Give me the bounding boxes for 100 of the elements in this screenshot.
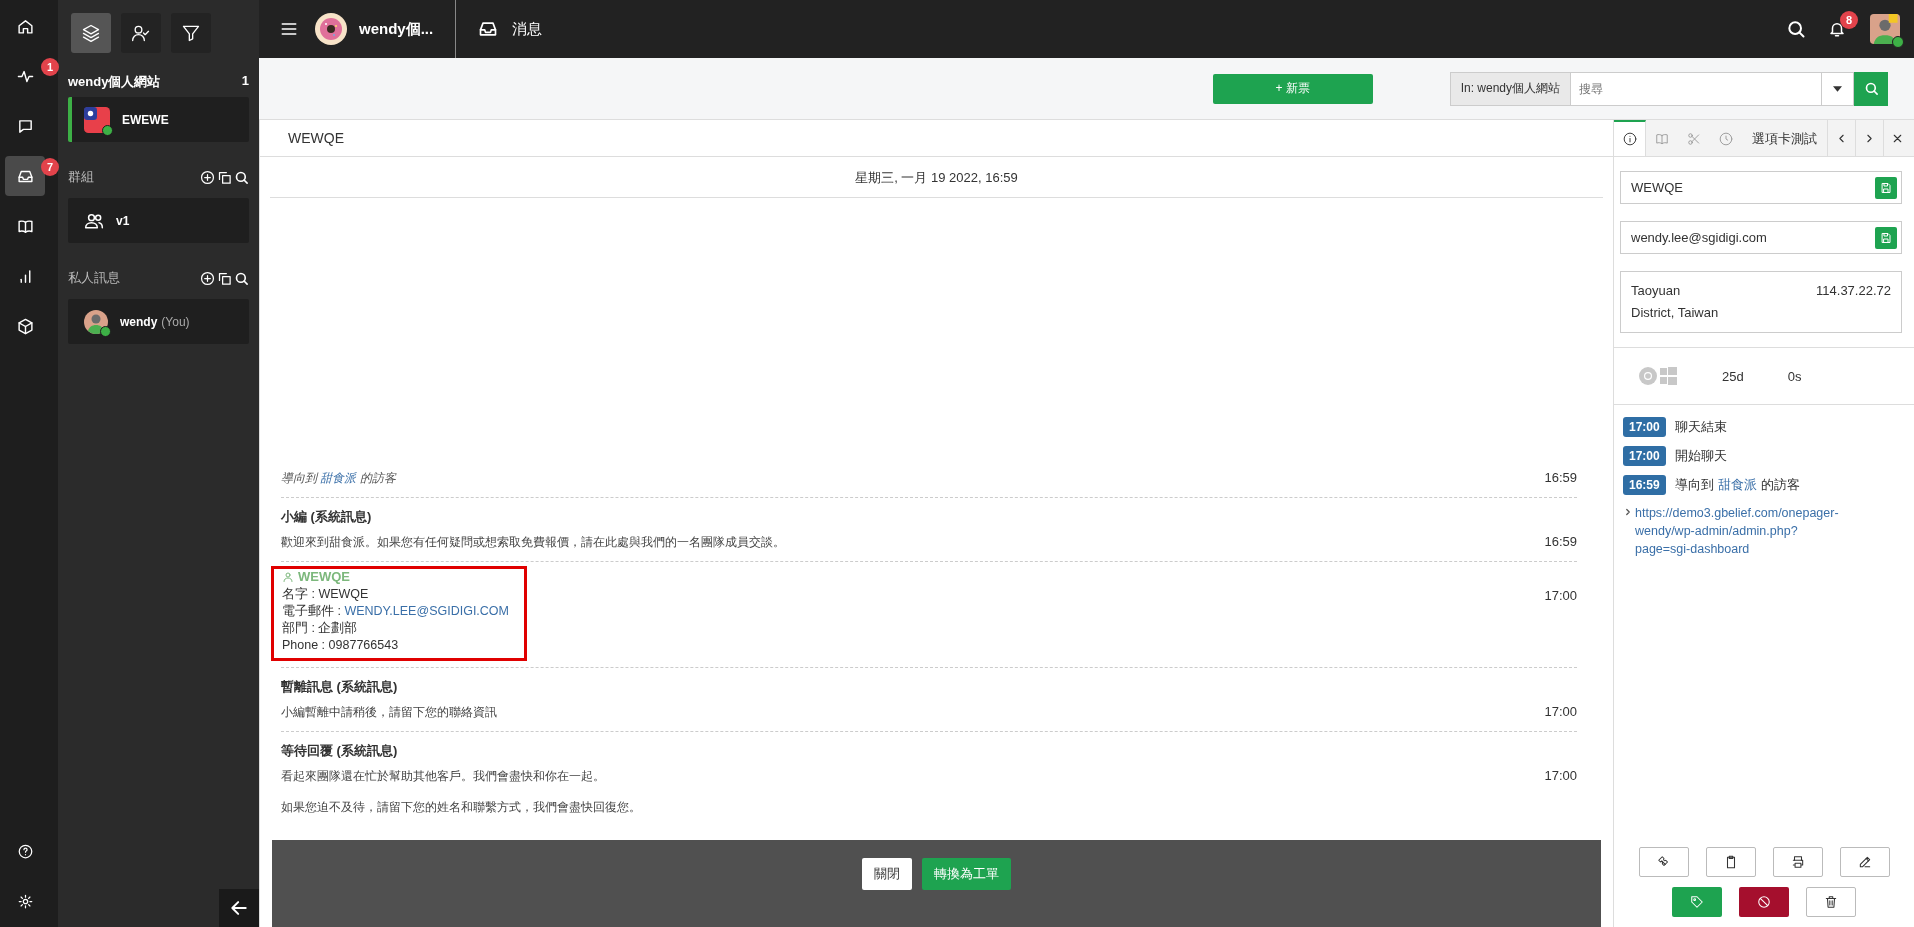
collapse-button[interactable] bbox=[219, 889, 259, 927]
notification-badge: 8 bbox=[1840, 11, 1858, 29]
nav-button[interactable] bbox=[5, 156, 45, 196]
save-icon bbox=[1880, 231, 1892, 244]
bell-icon[interactable] bbox=[1828, 20, 1846, 38]
user-avatar-icon[interactable] bbox=[1870, 14, 1900, 44]
filter-tab[interactable] bbox=[171, 13, 211, 53]
search-icon[interactable] bbox=[234, 169, 249, 185]
ban-icon bbox=[1757, 895, 1771, 909]
section-title: 私人訊息 bbox=[68, 269, 120, 287]
page-title: 消息 bbox=[512, 19, 543, 39]
user-check-icon bbox=[131, 23, 151, 43]
user-avatar-icon bbox=[84, 309, 108, 334]
scope-label: In: wendy個人網站 bbox=[1449, 71, 1570, 106]
stat-value: 0s bbox=[1787, 368, 1802, 384]
search-icon bbox=[1863, 81, 1879, 96]
close-button[interactable]: 關閉 bbox=[862, 857, 912, 890]
contact-name: v1 bbox=[116, 213, 130, 228]
flag-avatar bbox=[84, 106, 110, 133]
save-icon bbox=[1880, 181, 1892, 194]
you-label: (You) bbox=[161, 314, 190, 329]
add-icon[interactable] bbox=[200, 169, 215, 185]
notification-badge: 7 bbox=[41, 158, 59, 176]
chat-bubble-icon bbox=[16, 117, 34, 135]
edit-icon bbox=[1857, 855, 1872, 869]
site-link[interactable]: 甜食派 bbox=[1717, 477, 1757, 492]
message-title: 等待回覆 (系統訊息) bbox=[281, 742, 399, 760]
online-dot bbox=[1892, 36, 1904, 48]
ip-address: 114.37.22.72 bbox=[1816, 282, 1891, 300]
donut-logo-icon bbox=[315, 13, 347, 45]
back-arrow-icon bbox=[229, 898, 249, 918]
save-button[interactable] bbox=[1875, 226, 1897, 249]
contact-field: 電子郵件 : WENDY.LEE@SGIDIGI.COM bbox=[282, 603, 516, 620]
home-icon bbox=[16, 17, 34, 35]
cube-icon bbox=[16, 317, 34, 335]
event-text: 開始聊天 bbox=[1674, 447, 1727, 465]
action-button[interactable] bbox=[1772, 847, 1823, 877]
save-button[interactable] bbox=[1875, 176, 1897, 199]
filter-icon bbox=[181, 23, 201, 43]
message-time: 17:00 bbox=[1544, 768, 1577, 783]
message-text: 小編暫離中請稍後，請留下您的聯絡資訊 bbox=[281, 704, 497, 721]
event-text: 導向到 甜食派 的訪客 bbox=[1674, 476, 1800, 494]
book-icon bbox=[16, 217, 34, 235]
add-icon[interactable] bbox=[200, 270, 215, 286]
message-time: 16:59 bbox=[1544, 534, 1577, 549]
settings-icon bbox=[17, 893, 33, 909]
event-text: 導向到 甜食派 的訪客 bbox=[281, 470, 396, 487]
trash-icon bbox=[1824, 895, 1838, 909]
action-button[interactable] bbox=[1839, 847, 1890, 877]
conversation-item[interactable]: EWEWE bbox=[68, 97, 249, 142]
contact-field: 部門 : 企劃部 bbox=[282, 620, 516, 637]
search-icon[interactable] bbox=[1786, 19, 1806, 39]
message-title: 暫離訊息 (系統訊息) bbox=[281, 678, 399, 696]
email-link[interactable]: WENDY.LEE@SGIDIGI.COM bbox=[344, 604, 509, 618]
action-button[interactable] bbox=[1638, 847, 1689, 877]
copy-icon[interactable] bbox=[217, 270, 232, 286]
info-field[interactable]: wendy.lee@sgidigi.com bbox=[1620, 221, 1902, 254]
inbox-tray-icon bbox=[478, 19, 499, 39]
conversation-item[interactable]: v1 bbox=[68, 198, 249, 243]
message-text: 看起來團隊還在忙於幫助其他客戶。我們會盡快和你在一起。 bbox=[281, 768, 606, 785]
action-button[interactable] bbox=[1705, 847, 1756, 877]
person-icon bbox=[282, 570, 294, 583]
filter-tab[interactable] bbox=[71, 13, 111, 53]
time-badge: 17:00 bbox=[1623, 417, 1666, 437]
action-button[interactable] bbox=[1806, 887, 1856, 917]
search-icon[interactable] bbox=[234, 270, 249, 286]
workspace-name[interactable]: wendy個... bbox=[359, 19, 434, 39]
info-icon bbox=[1622, 132, 1637, 146]
search-button[interactable] bbox=[1854, 71, 1888, 106]
site-link[interactable]: 甜食派 bbox=[320, 471, 357, 485]
panel-tab[interactable] bbox=[1614, 120, 1646, 156]
field-value: WEWQE bbox=[1631, 180, 1683, 195]
info-field[interactable]: WEWQE bbox=[1620, 171, 1902, 204]
visitor-name: EWEWE bbox=[122, 112, 169, 127]
message-time: 17:00 bbox=[1544, 588, 1577, 603]
conversation-item[interactable]: wendy (You) bbox=[68, 299, 249, 344]
filter-tab[interactable] bbox=[121, 13, 161, 53]
conversation-tab[interactable]: WEWQE bbox=[260, 120, 372, 156]
browser-os-icon bbox=[1638, 365, 1678, 387]
contact-name: WEWQE bbox=[298, 569, 350, 584]
site-count: 1 bbox=[241, 73, 249, 90]
time-badge: 17:00 bbox=[1623, 446, 1666, 466]
copy-icon[interactable] bbox=[217, 169, 232, 185]
location-text: Taoyuan District, Taiwan bbox=[1631, 282, 1720, 322]
stat-value: 25d bbox=[1722, 368, 1744, 384]
event-text: 聊天結束 bbox=[1674, 418, 1727, 436]
book-icon bbox=[1655, 132, 1669, 146]
tag-icon bbox=[1690, 895, 1704, 909]
message-time: 16:59 bbox=[1544, 470, 1577, 485]
site-name: wendy個人網站 bbox=[68, 73, 161, 91]
search-field[interactable]: 搜尋 bbox=[1570, 71, 1822, 106]
message-text: 歡迎來到甜食派。如果您有任何疑問或想索取免費報價，請在此處與我們的一名團隊成員交談。 bbox=[281, 534, 785, 551]
message-time: 17:00 bbox=[1544, 704, 1577, 719]
dropdown-button[interactable] bbox=[1822, 71, 1854, 106]
notification-badge: 1 bbox=[41, 58, 59, 76]
action-button[interactable] bbox=[1739, 887, 1789, 917]
field-value: wendy.lee@sgidigi.com bbox=[1631, 230, 1767, 245]
date-header: 星期三, 一月 19 2022, 16:59 bbox=[270, 157, 1603, 198]
time-badge: 16:59 bbox=[1623, 475, 1666, 495]
contact-name: wendy bbox=[120, 314, 158, 329]
